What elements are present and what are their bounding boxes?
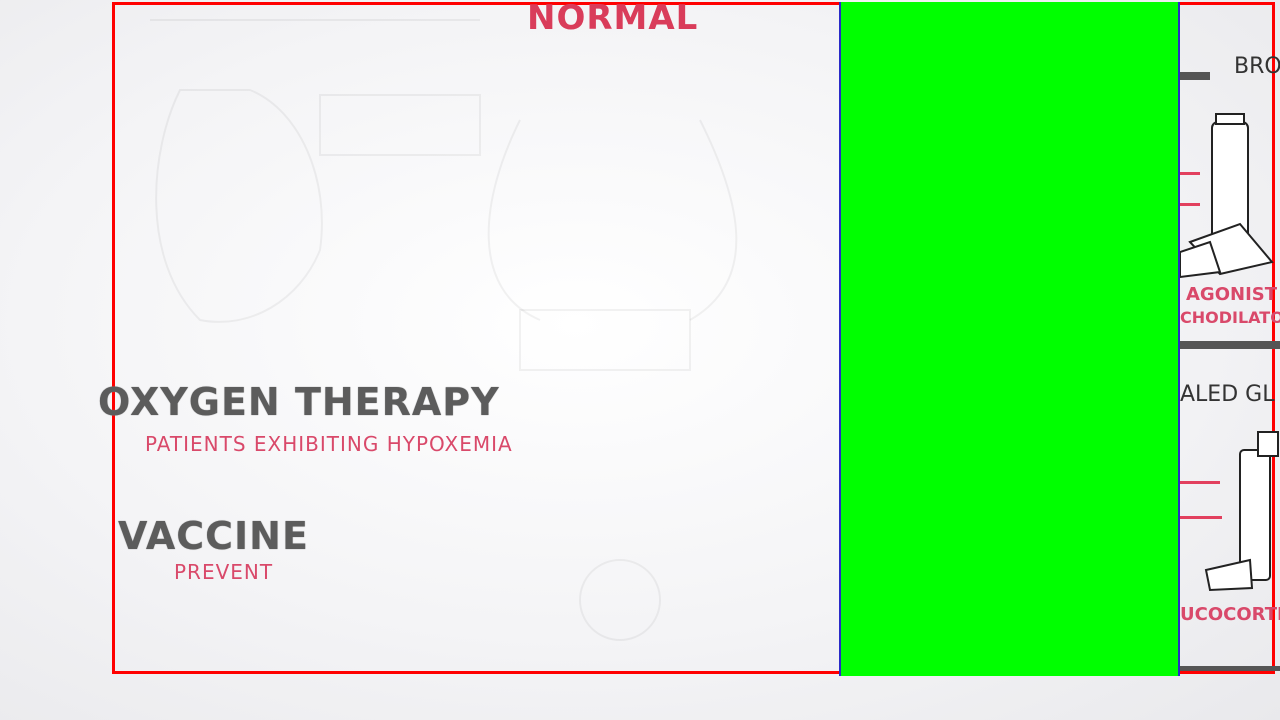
green-placeholder-box <box>839 2 1180 676</box>
label-bronchodilator: CHODILATO <box>1180 308 1280 327</box>
red-marker-1 <box>1180 172 1200 175</box>
divider-bar <box>1180 72 1210 80</box>
label-glucocorticoid: UCOCORTI <box>1180 604 1280 625</box>
label-inhaled: ALED GL <box>1180 382 1275 407</box>
red-marker-2 <box>1180 203 1200 206</box>
heading-oxygen-therapy: OXYGEN THERAPY <box>98 380 500 424</box>
label-agonist: AGONIST <box>1186 284 1278 305</box>
sub-vaccine: PREVENT <box>174 560 274 584</box>
sub-oxygen-therapy: PATIENTS EXHIBITING HYPOXEMIA <box>145 432 513 456</box>
divider-bar-2 <box>1180 341 1280 349</box>
red-marker-3 <box>1180 481 1220 484</box>
right-panel: BRO AGONIST CHODILATO ALED GL UCOCORTI <box>1180 0 1280 720</box>
inhaler-icon-2 <box>1204 431 1279 592</box>
divider-bar-3 <box>1180 666 1280 671</box>
right-heading-top: BRO <box>1234 54 1280 79</box>
heading-vaccine: VACCINE <box>118 514 309 558</box>
inhaler-icon <box>1180 113 1274 279</box>
title-normal: NORMAL <box>527 0 699 38</box>
red-marker-4 <box>1180 516 1222 519</box>
